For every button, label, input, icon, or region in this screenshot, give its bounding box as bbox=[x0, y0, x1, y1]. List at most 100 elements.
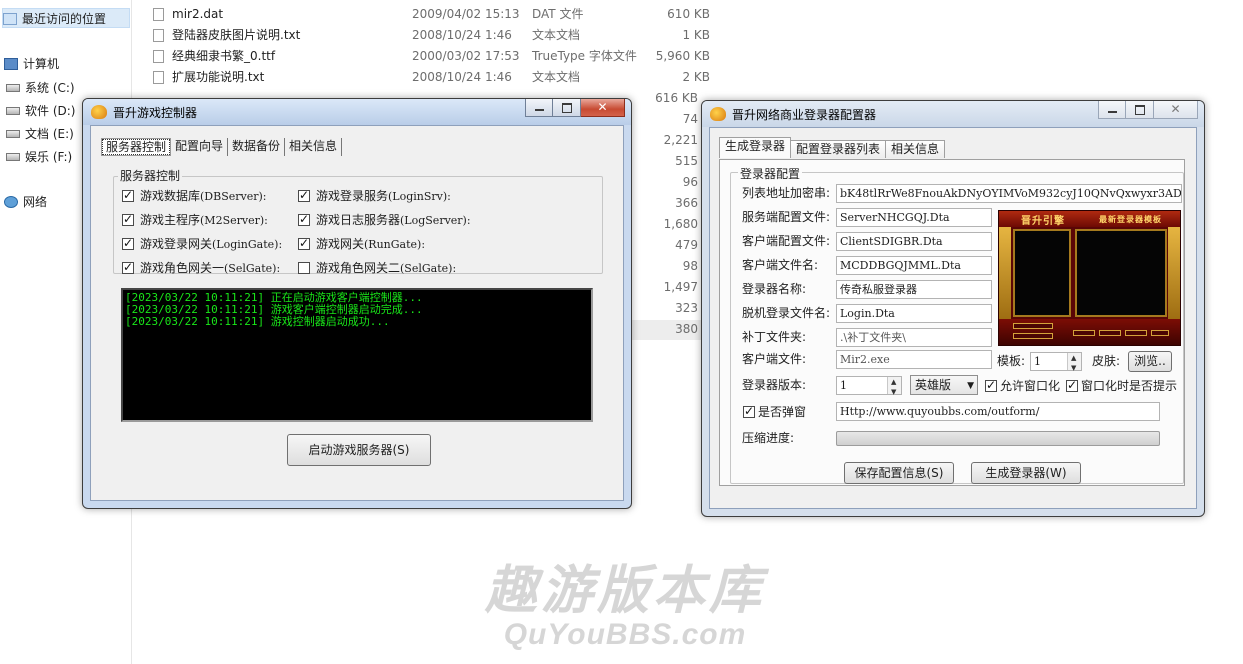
nav-item-drive-c[interactable]: 系统 (C:) bbox=[6, 78, 75, 98]
file-size: 610 KB bbox=[667, 7, 710, 21]
tab-data-backup[interactable]: 数据备份 bbox=[228, 138, 286, 156]
server-cfg-label: 服务端配置文件: bbox=[742, 210, 831, 224]
title-bar[interactable]: 晋升游戏控制器 bbox=[83, 99, 631, 125]
checkbox-box bbox=[122, 188, 134, 203]
launcher-name-input[interactable]: 传奇私服登录器 bbox=[836, 280, 992, 299]
maximize-button[interactable] bbox=[1126, 101, 1154, 119]
checkbox-box bbox=[298, 236, 310, 251]
nav-label: 文档 (E:) bbox=[25, 127, 74, 141]
version-spinner[interactable]: 1 bbox=[836, 374, 902, 401]
client-file-input[interactable]: MCDDBGQJMML.Dta bbox=[836, 256, 992, 275]
edition-select[interactable]: 英雄版 ▼ bbox=[910, 375, 978, 395]
file-row[interactable]: 登陆器皮肤图片说明.txt 2008/10/24 1:46 文本文档 1 KB bbox=[150, 25, 710, 46]
nav-label: 娱乐 (F:) bbox=[25, 150, 73, 164]
offline-file-input[interactable]: Login.Dta bbox=[836, 304, 992, 323]
file-size: 366 bbox=[675, 196, 698, 210]
minimize-button[interactable] bbox=[525, 99, 553, 117]
drive-icon bbox=[6, 130, 20, 138]
service-checkbox-logserver[interactable]: 游戏日志服务器(LogServer): bbox=[298, 212, 471, 228]
launcher-config-window: 晋升网络商业登录器配置器 生成登录器 配置登录器列表 相关信息 登录器配置 列表… bbox=[701, 100, 1205, 517]
group-label: 服务器控制 bbox=[118, 167, 183, 184]
service-checkbox-logingate[interactable]: 游戏登录网关(LoginGate): bbox=[122, 236, 282, 252]
popup-label: 是否弹窗 bbox=[758, 405, 807, 419]
nav-item-recent[interactable]: 最近访问的位置 bbox=[2, 8, 130, 28]
template-value: 1 bbox=[1034, 355, 1041, 368]
nav-item-network[interactable]: 网络 bbox=[4, 192, 47, 212]
drive-icon bbox=[6, 153, 20, 161]
version-value: 1 bbox=[840, 379, 847, 392]
file-icon bbox=[153, 71, 164, 84]
preview-panel bbox=[1075, 229, 1167, 317]
template-spinner[interactable]: 1 bbox=[1030, 350, 1082, 377]
computer-icon bbox=[4, 58, 18, 70]
tab-about[interactable]: 相关信息 bbox=[285, 138, 343, 156]
service-process: (LogServer): bbox=[400, 214, 471, 227]
title-bar[interactable]: 晋升网络商业登录器配置器 bbox=[702, 101, 1204, 127]
checkbox-box bbox=[298, 262, 310, 274]
service-checkbox-selgate-2[interactable]: 游戏角色网关二(SelGate): bbox=[298, 260, 456, 276]
service-name: 游戏登录服务 bbox=[316, 189, 389, 203]
generate-launcher-button[interactable]: 生成登录器(W) bbox=[971, 462, 1081, 484]
tab-config-wizard[interactable]: 配置向导 bbox=[171, 138, 229, 156]
checkbox-box bbox=[122, 260, 134, 275]
window-prompt-checkbox[interactable]: 窗口化时是否提示 bbox=[1066, 378, 1177, 394]
file-size: 616 KB bbox=[655, 91, 698, 105]
tab-about[interactable]: 相关信息 bbox=[885, 140, 946, 158]
log-line: [2023/03/22 10:11:21] 游戏控制器启动成功... bbox=[125, 315, 390, 328]
service-name: 游戏登录网关 bbox=[140, 237, 213, 251]
tab-generate-launcher[interactable]: 生成登录器 bbox=[719, 137, 792, 158]
service-name: 游戏网关 bbox=[316, 237, 365, 251]
file-size: 1,497 bbox=[663, 280, 698, 294]
nav-item-drive-d[interactable]: 软件 (D:) bbox=[6, 101, 75, 121]
close-button[interactable] bbox=[1154, 101, 1198, 119]
skin-preview-image[interactable]: 晋升引擎 最新登录器模板 bbox=[998, 210, 1181, 346]
popup-url-input[interactable]: Http://www.quyoubbs.com/outform/ bbox=[836, 402, 1160, 421]
nav-item-drive-e[interactable]: 文档 (E:) bbox=[6, 124, 74, 144]
file-size: 1,680 bbox=[663, 217, 698, 231]
tab-launcher-list[interactable]: 配置登录器列表 bbox=[790, 140, 887, 158]
service-label: 游戏角色网关一(SelGate): bbox=[140, 261, 280, 275]
service-name: 游戏主程序 bbox=[140, 213, 201, 227]
preview-progress bbox=[1013, 333, 1053, 339]
browse-button[interactable]: 浏览.. bbox=[1128, 351, 1172, 372]
start-server-button[interactable]: 启动游戏服务器(S) bbox=[287, 434, 431, 466]
spinner-arrows-icon[interactable] bbox=[1067, 350, 1081, 377]
list-key-input[interactable]: bK48tlRrWe8FnouAkDNyOYIMVoM932cyJ10QNvQx… bbox=[836, 184, 1182, 203]
server-cfg-input[interactable]: ServerNHCGQJ.Dta bbox=[836, 208, 992, 227]
service-label: 游戏数据库(DBServer): bbox=[140, 189, 267, 203]
file-icon bbox=[153, 8, 164, 21]
client-file-label: 客户端文件名: bbox=[742, 258, 819, 272]
spinner-arrows-icon[interactable] bbox=[887, 374, 901, 401]
drive-icon bbox=[6, 107, 20, 115]
file-name: 登陆器皮肤图片说明.txt bbox=[172, 28, 301, 42]
file-size: 2,221 bbox=[663, 133, 698, 147]
patch-dir-input[interactable]: .\补丁文件夹\ bbox=[836, 328, 992, 347]
minimize-button[interactable] bbox=[1098, 101, 1126, 119]
file-name: 扩展功能说明.txt bbox=[172, 70, 265, 84]
maximize-button[interactable] bbox=[553, 99, 581, 117]
preview-frame bbox=[1168, 227, 1180, 323]
nav-item-drive-f[interactable]: 娱乐 (F:) bbox=[6, 147, 72, 167]
allow-window-label: 允许窗口化 bbox=[1000, 379, 1061, 393]
allow-window-checkbox[interactable]: 允许窗口化 bbox=[985, 378, 1060, 394]
save-config-button[interactable]: 保存配置信息(S) bbox=[844, 462, 954, 484]
service-checkbox-loginsrv[interactable]: 游戏登录服务(LoginSrv): bbox=[298, 188, 451, 204]
log-console[interactable]: [2023/03/22 10:11:21] 正在启动游戏客户端控制器... [2… bbox=[121, 288, 593, 422]
tab-server-control[interactable]: 服务器控制 bbox=[101, 138, 172, 156]
service-checkbox-rungate[interactable]: 游戏网关(RunGate): bbox=[298, 236, 425, 252]
service-checkbox-selgate-1[interactable]: 游戏角色网关一(SelGate): bbox=[122, 260, 280, 276]
preview-panel bbox=[1013, 229, 1071, 317]
service-checkbox-dbserver[interactable]: 游戏数据库(DBServer): bbox=[122, 188, 267, 204]
nav-item-computer[interactable]: 计算机 bbox=[4, 54, 59, 74]
file-date: 2008/10/24 1:46 bbox=[412, 28, 512, 42]
service-checkbox-m2server[interactable]: 游戏主程序(M2Server): bbox=[122, 212, 268, 228]
service-process: (DBServer): bbox=[200, 190, 267, 203]
file-size: 98 bbox=[682, 259, 698, 273]
client-exe-input[interactable]: Mir2.exe bbox=[836, 350, 992, 369]
file-row[interactable]: 经典细隶书繁_0.ttf 2000/03/02 17:53 TrueType 字… bbox=[150, 46, 710, 67]
popup-checkbox[interactable]: 是否弹窗 bbox=[743, 404, 806, 420]
close-button[interactable] bbox=[581, 99, 625, 117]
file-row[interactable]: 扩展功能说明.txt 2008/10/24 1:46 文本文档 2 KB bbox=[150, 67, 710, 88]
file-row[interactable]: mir2.dat 2009/04/02 15:13 DAT 文件 610 KB bbox=[150, 4, 710, 25]
client-cfg-input[interactable]: ClientSDIGBR.Dta bbox=[836, 232, 992, 251]
